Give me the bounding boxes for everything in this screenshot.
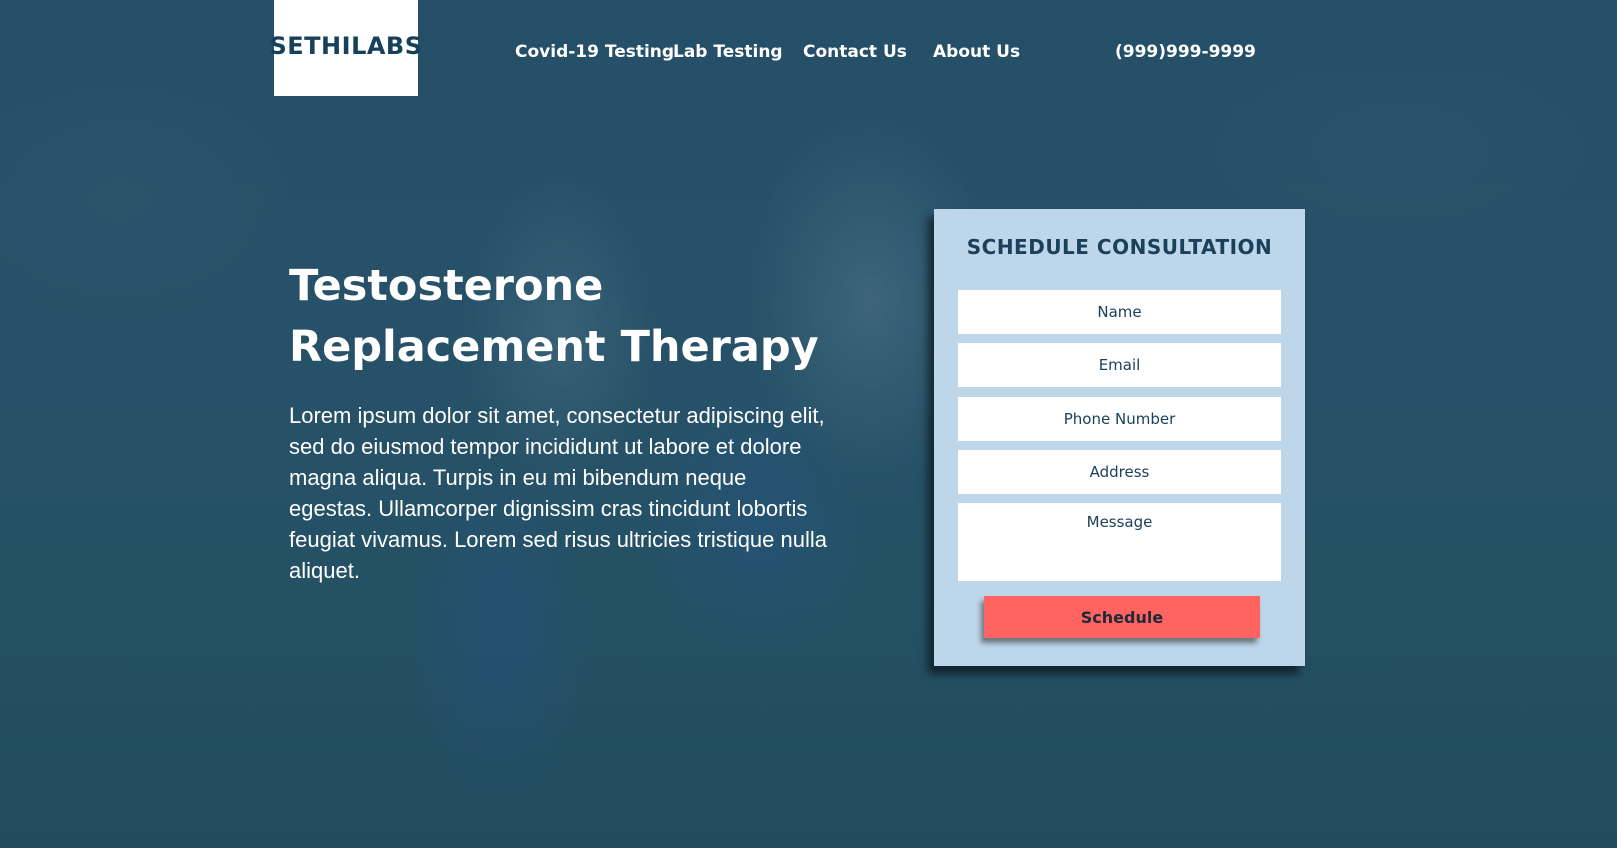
- phone-number[interactable]: (999)999-9999: [1115, 42, 1256, 62]
- nav-contact-us[interactable]: Contact Us: [803, 42, 907, 62]
- schedule-button[interactable]: Schedule: [984, 596, 1260, 638]
- nav-covid-19-testing[interactable]: Covid-19 Testing: [515, 42, 674, 62]
- nav-about-us[interactable]: About Us: [933, 42, 1020, 62]
- form-title: SCHEDULE CONSULTATION: [966, 235, 1273, 259]
- message-field[interactable]: [958, 503, 1281, 581]
- consultation-form: SCHEDULE CONSULTATION Schedule: [934, 209, 1305, 666]
- address-field[interactable]: [958, 450, 1281, 494]
- logo[interactable]: SETHILABS: [270, 0, 422, 96]
- hero-title: Testosterone Replacement Therapy: [289, 261, 819, 372]
- name-field[interactable]: [958, 290, 1281, 334]
- nav-lab-testing[interactable]: Lab Testing: [673, 42, 783, 62]
- email-field[interactable]: [958, 343, 1281, 387]
- logo-text: SETHILABS: [269, 31, 423, 60]
- hero-description: Lorem ipsum dolor sit amet, consectetur …: [289, 403, 828, 583]
- phone-field[interactable]: [958, 397, 1281, 441]
